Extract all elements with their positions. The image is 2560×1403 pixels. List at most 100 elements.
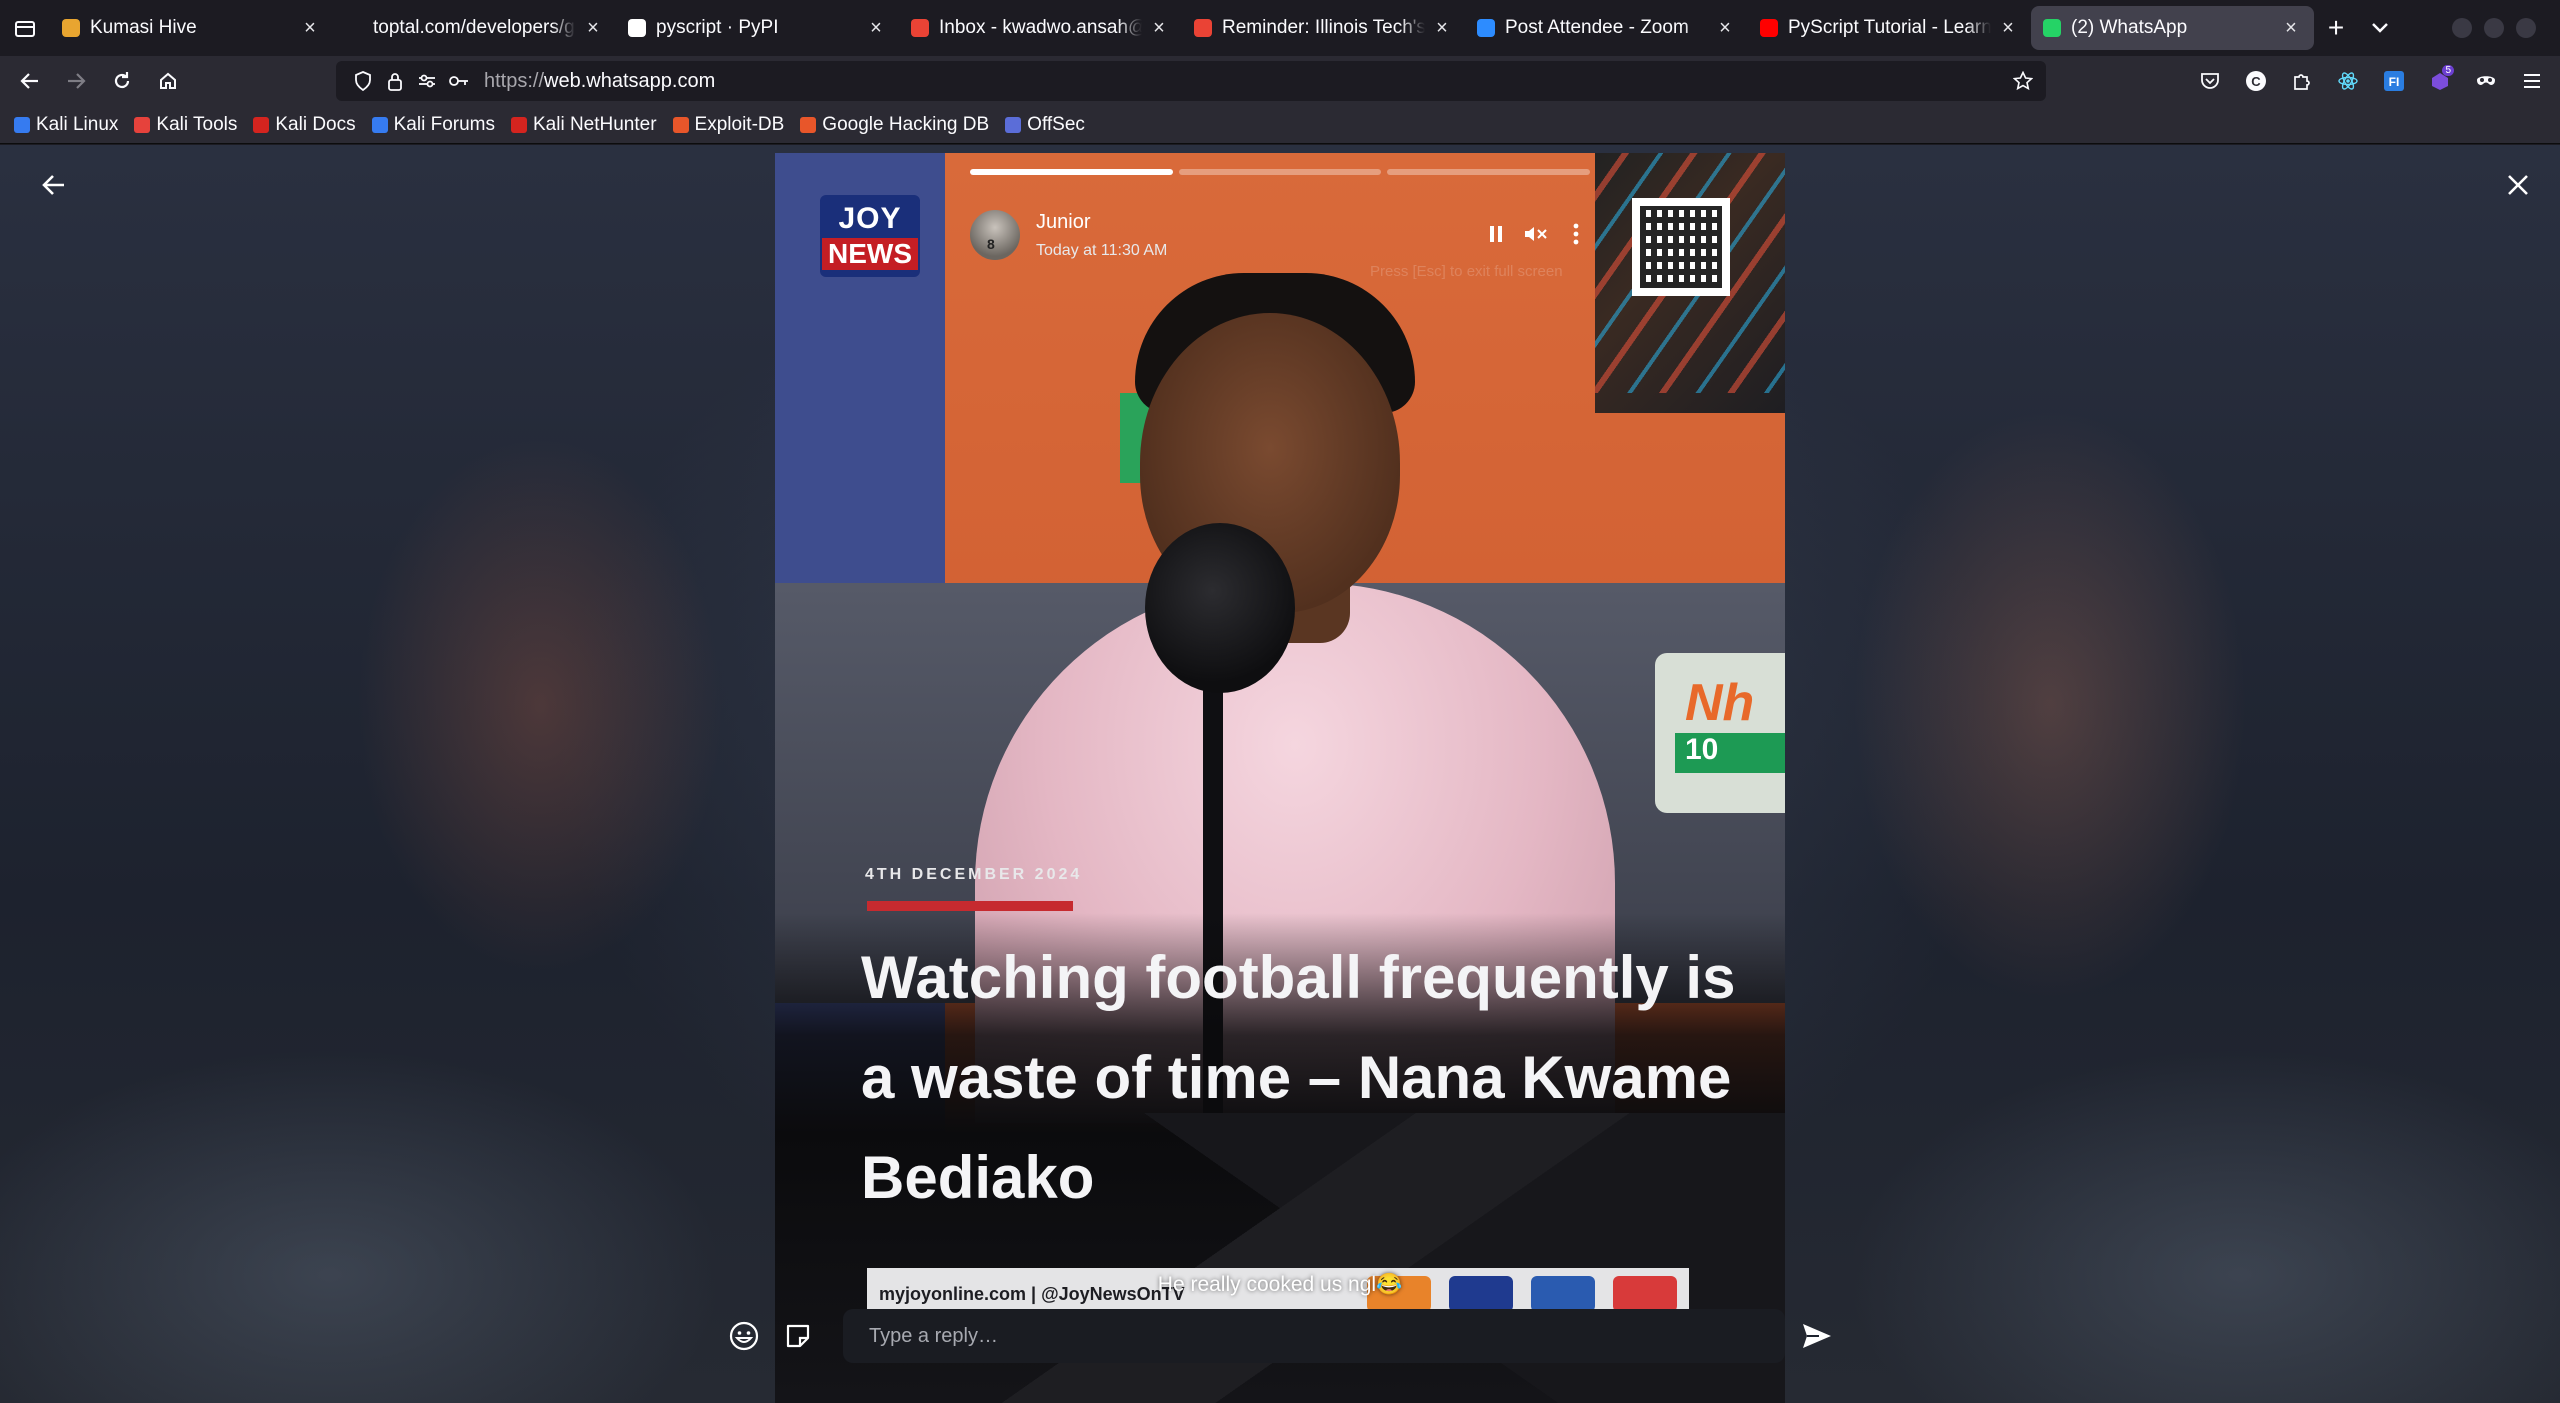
tab-close-icon[interactable]: × — [1714, 17, 1736, 39]
status-back-arrow-icon[interactable] — [34, 165, 74, 205]
fi-extension-icon[interactable]: FI — [2374, 59, 2414, 103]
tab-3[interactable]: Inbox - kwadwo.ansah@ × — [899, 6, 1182, 50]
status-close-icon[interactable] — [2498, 165, 2538, 205]
forward-button[interactable] — [54, 59, 98, 103]
svg-text:C: C — [2251, 74, 2261, 89]
key-icon[interactable] — [444, 66, 474, 96]
tab-1[interactable]: toptal.com/developers/gitign × — [333, 6, 616, 50]
contact-name[interactable]: Junior — [1036, 211, 1167, 234]
tab-close-icon[interactable]: × — [2280, 17, 2302, 39]
bookmark-label: Kali Linux — [36, 113, 119, 135]
status-progress-bars — [970, 169, 1591, 175]
qr-code — [1632, 198, 1730, 296]
article-date: 4TH DECEMBER 2024 — [865, 866, 1083, 883]
status-media-frame[interactable]: Nh 10 JOY NEWS 8 Junior Today at 11:30 A… — [775, 153, 1785, 1403]
bookmark-item[interactable]: Kali Docs — [253, 114, 356, 136]
mute-icon[interactable] — [1522, 217, 1550, 251]
reload-button[interactable] — [100, 59, 144, 103]
station-sign-name: Nh — [1685, 674, 1755, 732]
bookmark-item[interactable]: Google Hacking DB — [800, 114, 989, 136]
zoom-favicon-icon — [1477, 19, 1495, 37]
bookmark-label: Kali Tools — [156, 113, 238, 135]
tab-2[interactable]: pyscript · PyPI × — [616, 6, 899, 50]
tab-close-icon[interactable]: × — [299, 17, 321, 39]
url-subdomain: web. — [544, 69, 587, 92]
status-header: 8 Junior Today at 11:30 AM Press [Esc] t… — [970, 205, 1590, 280]
list-all-tabs-icon[interactable] — [0, 0, 50, 56]
address-bar[interactable]: https://web.whatsapp.com — [336, 61, 2046, 101]
bookmark-item[interactable]: Kali Forums — [371, 113, 495, 136]
tab-0[interactable]: Kumasi Hive × — [50, 6, 333, 50]
close-window-button[interactable] — [2516, 18, 2536, 38]
sticker-icon[interactable] — [780, 1318, 816, 1354]
bookmark-item[interactable]: Exploit-DB — [672, 113, 785, 136]
private-mask-icon[interactable] — [2466, 59, 2506, 103]
extensions-puzzle-icon[interactable] — [2282, 59, 2322, 103]
youtube-favicon-icon — [1760, 19, 1778, 37]
permissions-icon[interactable] — [412, 66, 442, 96]
bookmark-favicon-icon — [253, 116, 270, 133]
bookmark-item[interactable]: Kali Linux — [14, 114, 118, 136]
station-sign-frequency: 10 — [1675, 733, 1785, 773]
home-button[interactable] — [146, 59, 190, 103]
reply-input[interactable] — [843, 1309, 1785, 1363]
tab-close-icon[interactable]: × — [1431, 17, 1453, 39]
bookmark-label: Kali Forums — [393, 113, 495, 135]
tab-close-icon[interactable]: × — [582, 17, 604, 39]
avatar-number: 8 — [987, 236, 995, 252]
minimize-button[interactable] — [2452, 18, 2472, 38]
lock-icon[interactable] — [380, 66, 410, 96]
bookmark-favicon-icon — [1005, 116, 1022, 133]
tab-strip: Kumasi Hive×toptal.com/developers/gitign… — [0, 0, 2560, 56]
microphone — [1145, 523, 1295, 693]
bookmark-item[interactable]: Kali Tools — [134, 114, 237, 136]
react-devtools-icon[interactable] — [2328, 59, 2368, 103]
bookmark-favicon-icon — [134, 116, 151, 133]
tab-5[interactable]: Post Attendee - Zoom × — [1465, 6, 1748, 50]
tab-4[interactable]: Reminder: Illinois Tech's I × — [1182, 6, 1465, 50]
date-underline — [867, 901, 1073, 911]
bookmark-label: Exploit-DB — [694, 113, 785, 135]
whatsapp-status-view: Nh 10 JOY NEWS 8 Junior Today at 11:30 A… — [0, 145, 2560, 1403]
bookmark-item[interactable]: OffSec — [1005, 114, 1085, 136]
bookmark-favicon-icon — [672, 116, 689, 133]
hive-favicon-icon — [62, 19, 80, 37]
new-tab-button[interactable]: + — [2314, 6, 2358, 50]
status-meta: Junior Today at 11:30 AM — [1036, 211, 1167, 260]
tab-6[interactable]: PyScript Tutorial - Learn I × — [1748, 6, 2031, 50]
account-c-icon[interactable]: C — [2236, 59, 2276, 103]
emoji-icon[interactable] — [726, 1318, 762, 1354]
window-controls — [2452, 18, 2536, 38]
status-timestamp: Today at 11:30 AM — [1036, 241, 1168, 259]
status-controls — [1482, 217, 1590, 251]
back-button[interactable] — [8, 59, 52, 103]
svg-text:FI: FI — [2389, 75, 2400, 89]
maximize-button[interactable] — [2484, 18, 2504, 38]
navigation-toolbar: https://web.whatsapp.com C FI 5 — [0, 56, 2560, 106]
bookmark-favicon-icon — [14, 116, 30, 133]
url-text[interactable]: https://web.whatsapp.com — [484, 70, 715, 93]
tab-title: Reminder: Illinois Tech's I — [1222, 17, 1425, 38]
tab-7[interactable]: (2) WhatsApp × — [2031, 6, 2314, 50]
tab-close-icon[interactable]: × — [1997, 17, 2019, 39]
extension-badge-icon[interactable]: 5 — [2420, 59, 2460, 103]
whatsapp-favicon-icon — [2043, 19, 2061, 37]
status-progress-segment — [970, 169, 1173, 175]
gmail-favicon-icon — [1194, 19, 1212, 37]
avatar[interactable]: 8 — [970, 210, 1020, 260]
tab-title: Inbox - kwadwo.ansah@ — [939, 17, 1142, 38]
bookmark-star-icon[interactable] — [2008, 66, 2038, 96]
send-icon[interactable] — [1796, 1315, 1838, 1357]
bookmark-item[interactable]: Kali NetHunter — [510, 114, 657, 136]
tab-close-icon[interactable]: × — [865, 17, 887, 39]
more-options-icon[interactable] — [1562, 217, 1590, 251]
hamburger-menu-icon[interactable] — [2512, 59, 2552, 103]
bookmark-label: Google Hacking DB — [822, 113, 990, 135]
tracking-protection-shield-icon[interactable] — [348, 66, 378, 96]
tab-title: toptal.com/developers/gitign — [373, 17, 576, 38]
url-scheme: https:// — [484, 69, 545, 92]
tab-overflow-chevron-icon[interactable] — [2358, 6, 2402, 50]
pocket-icon[interactable] — [2190, 59, 2230, 103]
pause-icon[interactable] — [1482, 217, 1510, 251]
tab-close-icon[interactable]: × — [1148, 17, 1170, 39]
